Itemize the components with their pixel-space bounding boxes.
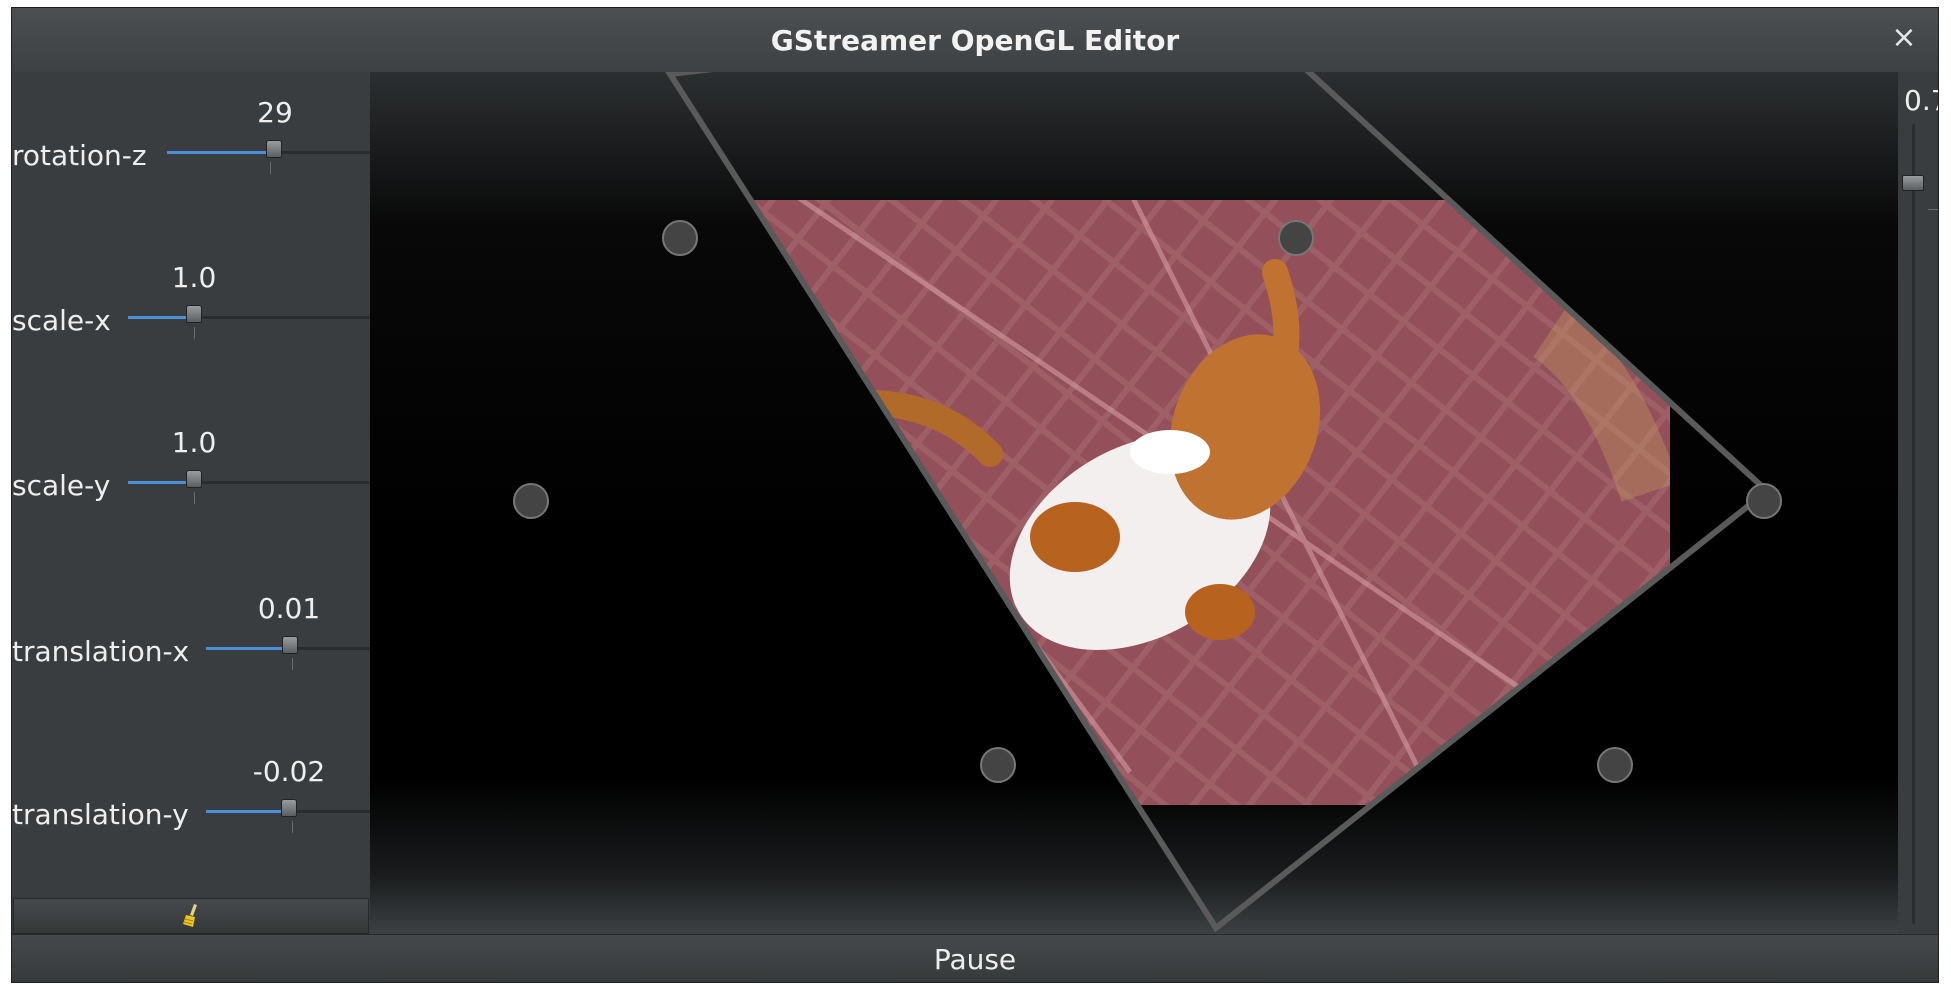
right-slider-panel: 0.7 — [1898, 72, 1938, 934]
parameter-panel: 29 rotation-z 1.0 scale-x 1.0 scale-y 0.… — [12, 72, 370, 899]
param-value: 0.01 — [257, 592, 321, 625]
param-value: -0.02 — [252, 755, 326, 788]
param-label: scale-y — [12, 469, 111, 502]
param-label: translation-x — [12, 635, 190, 668]
param-scale-y: 1.0 scale-y — [12, 426, 370, 546]
param-label: scale-x — [12, 304, 111, 337]
slider-fill — [167, 151, 274, 154]
handle-top-right-icon[interactable] — [1278, 220, 1314, 256]
handle-bottom-left-icon[interactable] — [980, 747, 1016, 783]
slider-tick — [194, 492, 195, 504]
param-translation-y: -0.02 translation-y — [12, 755, 370, 875]
handle-left-icon[interactable] — [513, 483, 549, 519]
close-icon[interactable]: × — [1888, 22, 1920, 54]
handle-top-left-icon[interactable] — [662, 220, 698, 256]
slider-tick — [292, 821, 293, 833]
title-bar: GStreamer OpenGL Editor × — [12, 8, 1938, 73]
vertical-slider-thumb[interactable] — [1902, 175, 1924, 191]
transform-canvas — [513, 72, 1782, 933]
slider-fill — [206, 810, 289, 813]
slider-tick — [194, 327, 195, 339]
translation-y-slider[interactable] — [206, 795, 370, 833]
scale-y-slider[interactable] — [128, 466, 370, 504]
video-viewport[interactable] — [370, 72, 1898, 934]
slider-tick — [292, 658, 293, 670]
right-slider-value: 0.7 — [1904, 84, 1938, 117]
slider-tick — [270, 162, 271, 174]
window-title: GStreamer OpenGL Editor — [770, 24, 1180, 57]
pause-button[interactable]: Pause — [12, 934, 1938, 982]
translation-x-slider[interactable] — [206, 632, 370, 670]
scale-x-slider[interactable] — [128, 301, 370, 339]
param-scale-x: 1.0 scale-x — [12, 261, 370, 381]
slider-fill — [206, 647, 290, 650]
param-value: 1.0 — [171, 261, 217, 294]
slider-thumb[interactable] — [281, 799, 297, 817]
param-value: 1.0 — [171, 426, 217, 459]
vertical-slider-tick — [1928, 209, 1938, 210]
slider-thumb[interactable] — [266, 140, 282, 158]
slider-thumb[interactable] — [282, 636, 298, 654]
slider-fill — [128, 316, 194, 319]
vertical-slider-trough[interactable] — [1912, 124, 1915, 924]
param-value: 29 — [257, 96, 293, 129]
broom-icon — [183, 904, 197, 927]
rotation-z-slider[interactable] — [167, 136, 370, 174]
param-translation-x: 0.01 translation-x — [12, 592, 370, 712]
param-rotation-z: 29 rotation-z — [12, 96, 370, 216]
handle-right-icon[interactable] — [1746, 483, 1782, 519]
slider-fill — [128, 481, 194, 484]
editor-window: GStreamer OpenGL Editor × 29 rotation-z … — [11, 7, 1939, 983]
handle-bottom-right-icon[interactable] — [1597, 747, 1633, 783]
param-label: translation-y — [12, 798, 189, 831]
param-label: rotation-z — [12, 139, 147, 172]
reset-button[interactable] — [13, 898, 369, 934]
slider-thumb[interactable] — [186, 305, 202, 323]
slider-thumb[interactable] — [186, 470, 202, 488]
